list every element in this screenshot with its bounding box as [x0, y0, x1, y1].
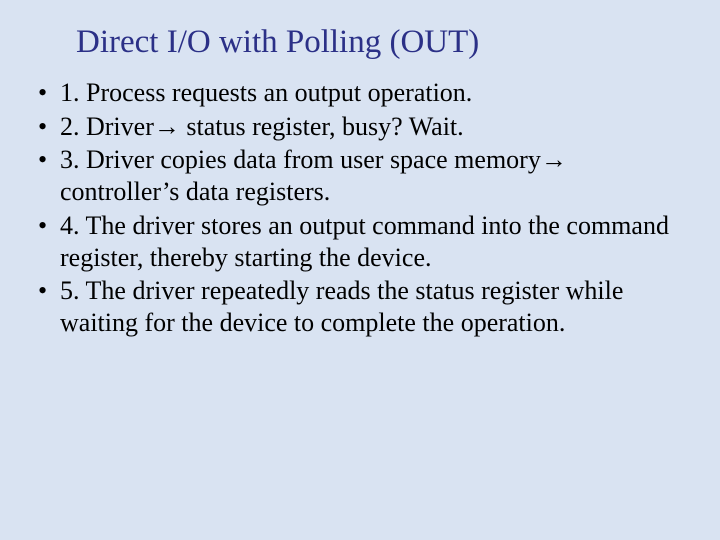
list-item-text: 2. Driver	[60, 112, 154, 141]
slide-title: Direct I/O with Polling (OUT)	[76, 24, 692, 61]
list-item-text: 5. The driver repeatedly reads the statu…	[60, 276, 623, 337]
list-item: 3. Driver copies data from user space me…	[32, 144, 692, 207]
bullet-list: 1. Process requests an output operation.…	[28, 77, 692, 339]
list-item-text-post: controller’s data registers.	[60, 177, 330, 206]
list-item: 1. Process requests an output operation.	[32, 77, 692, 109]
list-item: 4. The driver stores an output command i…	[32, 210, 692, 273]
list-item: 2. Driver→ status register, busy? Wait.	[32, 111, 692, 143]
slide: Direct I/O with Polling (OUT) 1. Process…	[0, 0, 720, 540]
list-item: 5. The driver repeatedly reads the statu…	[32, 275, 692, 338]
list-item-text: 4. The driver stores an output command i…	[60, 211, 669, 272]
list-item-text-post: status register, busy? Wait.	[180, 112, 464, 141]
arrow-icon: →	[154, 111, 180, 141]
list-item-text: 3. Driver copies data from user space me…	[60, 145, 541, 174]
arrow-icon: →	[541, 144, 567, 174]
list-item-text: 1. Process requests an output operation.	[60, 78, 472, 107]
